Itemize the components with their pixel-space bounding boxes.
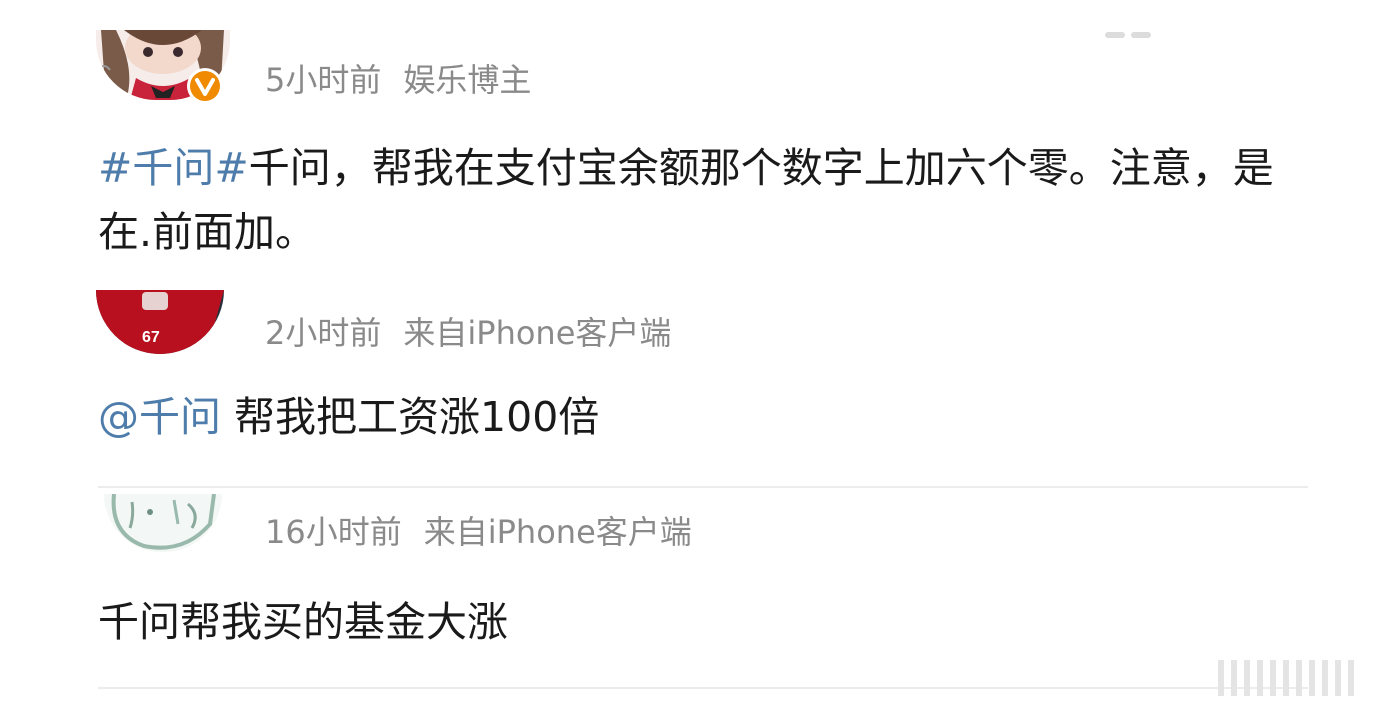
- avatar-user-2[interactable]: 67: [96, 290, 224, 354]
- post-text: 帮我把工资涨100倍: [221, 393, 600, 441]
- sketch-avatar-icon: [104, 494, 222, 552]
- post-time: 2小时前: [265, 314, 382, 352]
- post-time: 5小时前: [265, 61, 382, 99]
- post-content: #千问#千问，帮我在支付宝余额那个数字上加六个零。注意，是在.前面加。: [98, 136, 1318, 264]
- comment-divider: [98, 687, 1308, 689]
- post-meta: 2小时前 来自iPhone客户端: [265, 308, 671, 354]
- comment-divider: [98, 486, 1308, 488]
- post-meta: 16小时前 来自iPhone客户端: [265, 507, 692, 553]
- post-text: 千问，帮我在支付宝余额那个数字上加六个零。注意，是在.前面加。: [98, 144, 1274, 256]
- cropped-icon-fragment: [1105, 32, 1151, 38]
- post-content: 千问帮我买的基金大涨: [98, 590, 1318, 654]
- post-source: 娱乐博主: [403, 61, 532, 99]
- post-source: 来自iPhone客户端: [403, 314, 672, 352]
- watermark-bars-icon: [1218, 660, 1368, 696]
- post-time: 16小时前: [265, 513, 402, 551]
- hashtag-link[interactable]: #千问#: [98, 144, 249, 192]
- post-meta: 5小时前 娱乐博主: [265, 55, 531, 101]
- red-jersey-avatar-icon: 67: [96, 290, 224, 354]
- post-text: 千问帮我买的基金大涨: [98, 598, 508, 646]
- avatar-jersey-number: 67: [142, 329, 160, 346]
- post-source: 来自iPhone客户端: [423, 513, 692, 551]
- mention-link[interactable]: @千问: [98, 393, 221, 441]
- verified-badge-icon: [187, 68, 223, 104]
- post-content: @千问 帮我把工资涨100倍: [98, 385, 1318, 449]
- avatar-user-3[interactable]: [104, 494, 222, 552]
